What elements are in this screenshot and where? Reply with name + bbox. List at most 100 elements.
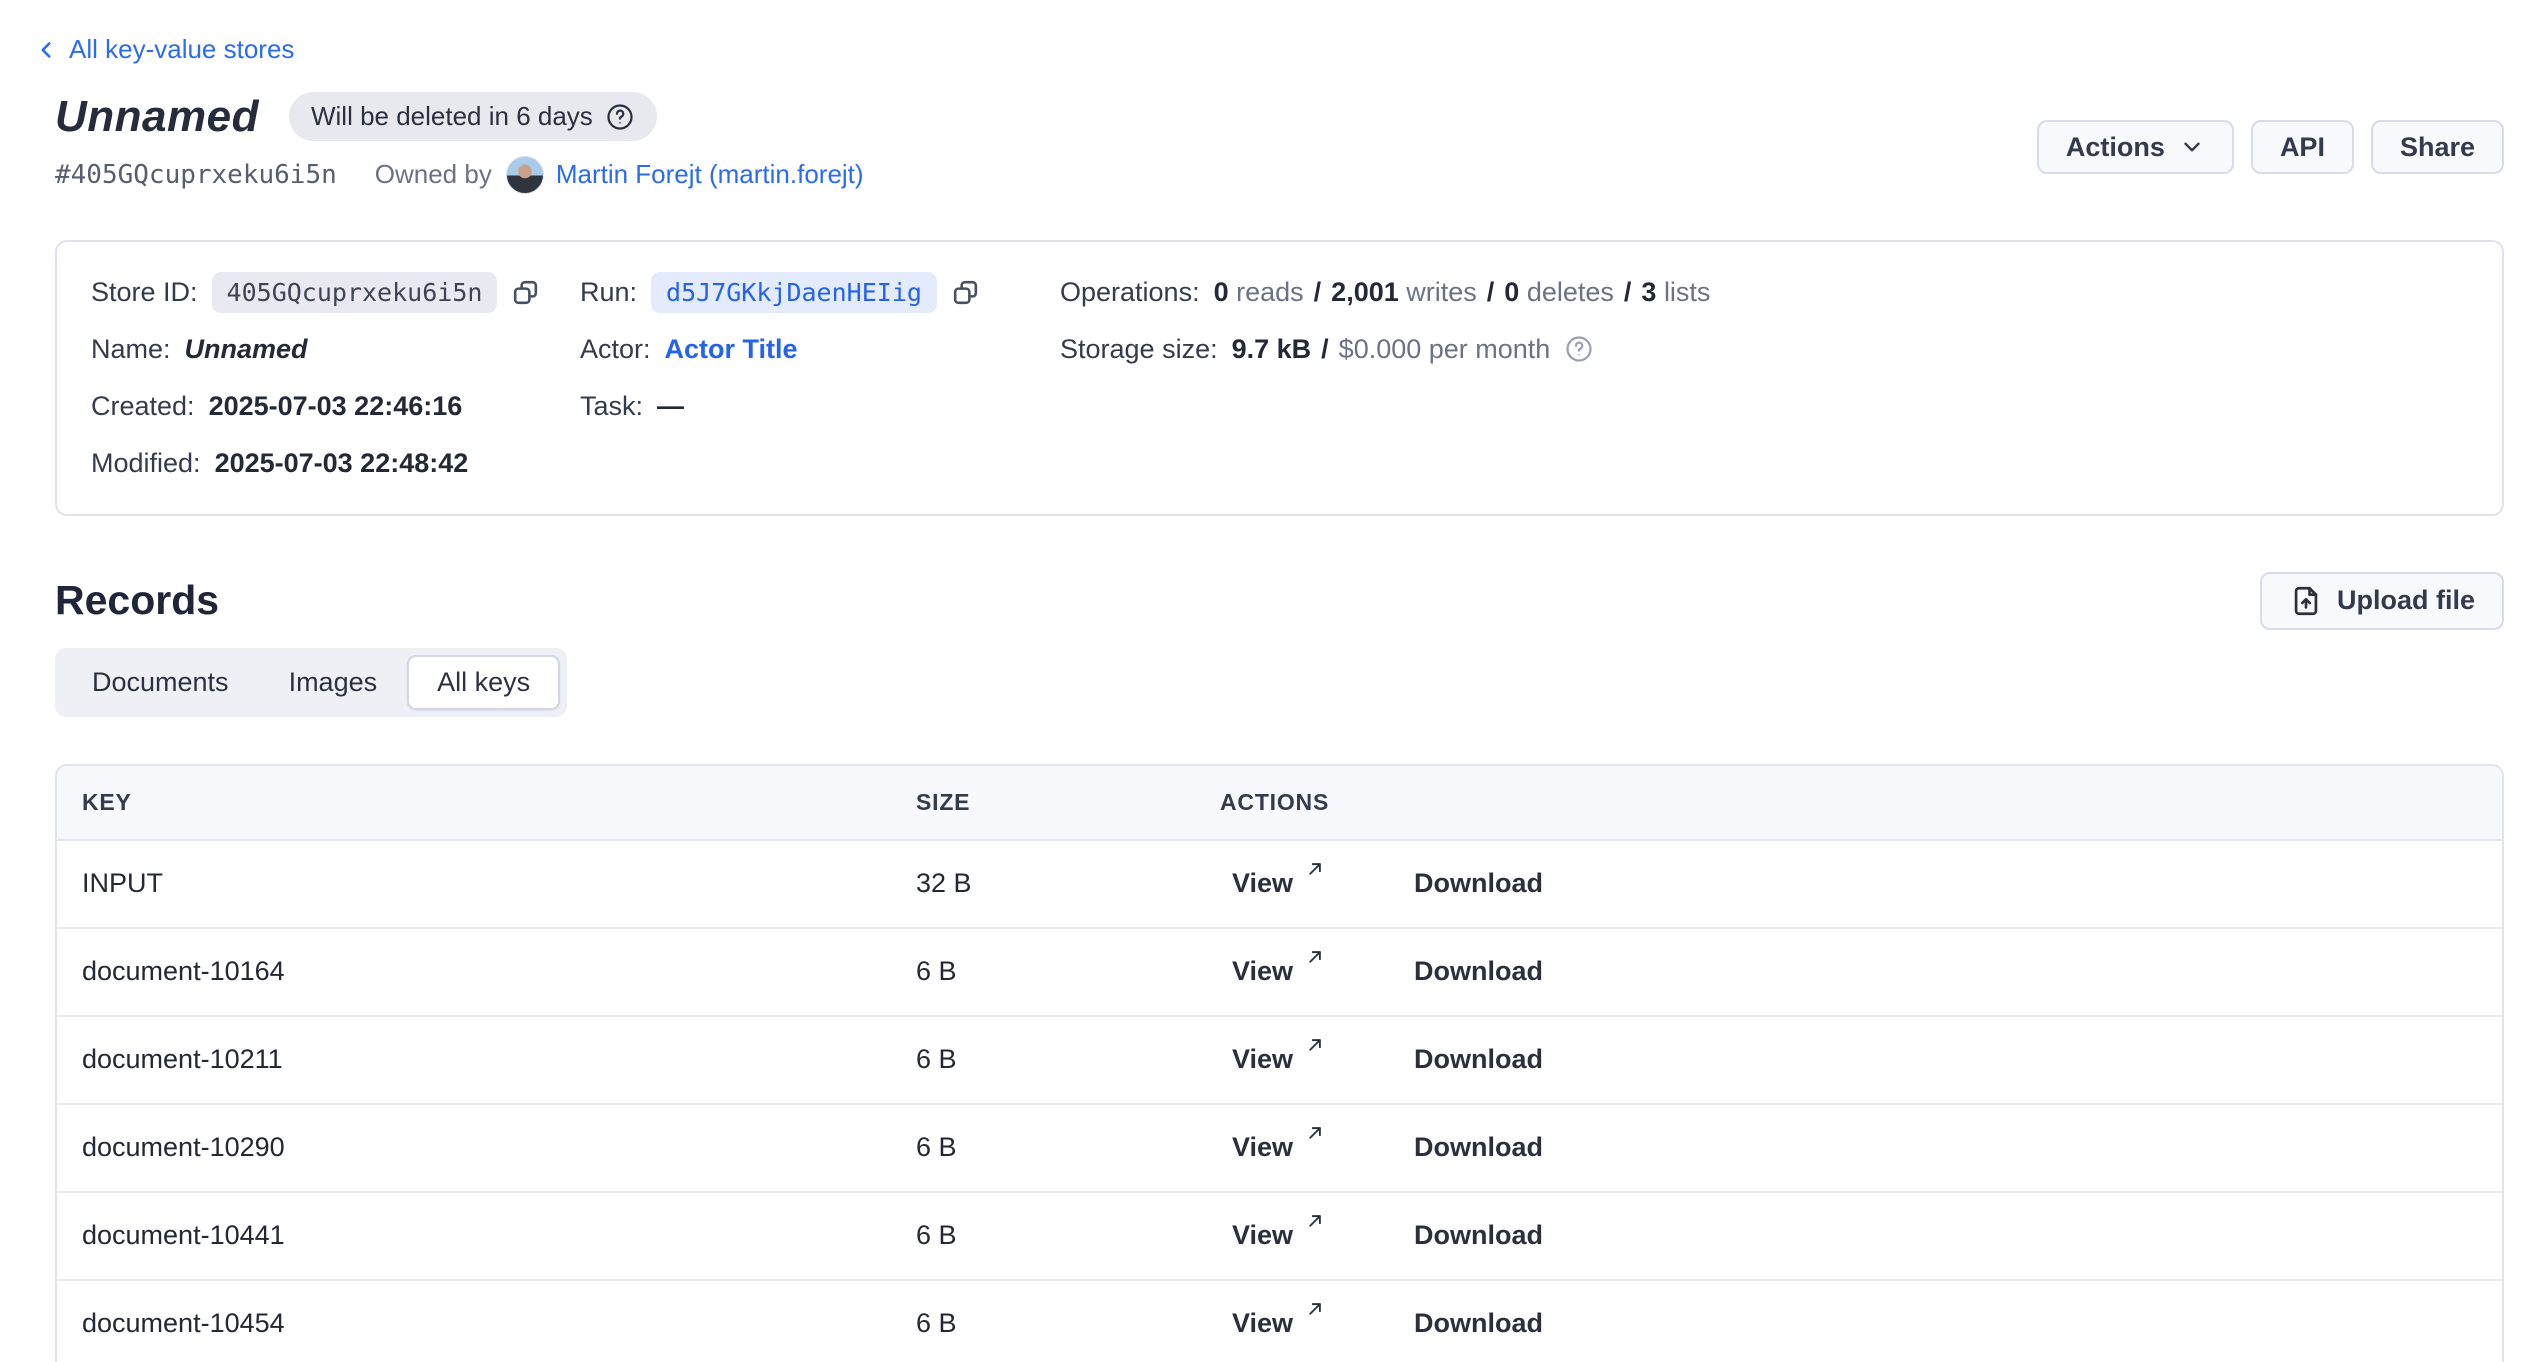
- download-link[interactable]: Download: [1414, 1220, 1543, 1251]
- operations-label: Operations:: [1060, 277, 1200, 308]
- header-buttons: Actions API Share: [2037, 120, 2504, 174]
- column-size: SIZE: [916, 789, 1220, 816]
- view-link[interactable]: View: [1232, 1220, 1326, 1251]
- modified-line: Modified: 2025-07-03 22:48:42: [91, 435, 580, 492]
- task-value: —: [657, 391, 684, 422]
- view-link[interactable]: View: [1232, 1132, 1326, 1163]
- owner-link[interactable]: Martin Forejt (martin.forejt): [556, 159, 864, 190]
- operation-unit: reads: [1236, 277, 1304, 307]
- operation-unit: lists: [1664, 277, 1711, 307]
- records-table: KEY SIZE ACTIONS INPUT 32 B View Downloa…: [55, 764, 2504, 1362]
- upload-file-button[interactable]: Upload file: [2260, 572, 2504, 630]
- view-link[interactable]: View: [1232, 868, 1326, 899]
- operations-line: Operations: 0 reads/2,001 writes/0 delet…: [1060, 264, 2502, 321]
- download-link[interactable]: Download: [1414, 868, 1543, 899]
- run-label: Run:: [580, 277, 637, 308]
- task-line: Task: —: [580, 378, 1060, 435]
- modified-label: Modified:: [91, 448, 201, 479]
- download-link[interactable]: Download: [1414, 1132, 1543, 1163]
- store-hash: #405GQcuprxeku6i5n: [55, 160, 337, 190]
- record-size: 6 B: [916, 1308, 1220, 1339]
- record-key: document-10290: [82, 1132, 916, 1163]
- breadcrumb-label: All key-value stores: [69, 34, 294, 65]
- download-link[interactable]: Download: [1414, 956, 1543, 987]
- created-value: 2025-07-03 22:46:16: [209, 391, 463, 422]
- tab-documents[interactable]: Documents: [62, 655, 259, 710]
- actor-line: Actor: Actor Title: [580, 321, 1060, 378]
- table-row: document-10441 6 B View Download: [57, 1193, 2502, 1281]
- actor-link[interactable]: Actor Title: [665, 334, 798, 365]
- download-link[interactable]: Download: [1414, 1044, 1543, 1075]
- store-id-chip[interactable]: 405GQcuprxeku6i5n: [212, 272, 498, 313]
- storage-size-label: Storage size:: [1060, 334, 1218, 365]
- actions-button[interactable]: Actions: [2037, 120, 2234, 174]
- page-title: Unnamed: [55, 92, 259, 142]
- operation-unit: deletes: [1527, 277, 1614, 307]
- record-key: document-10454: [82, 1308, 916, 1339]
- record-key: document-10211: [82, 1044, 916, 1075]
- store-id-line: Store ID: 405GQcuprxeku6i5n: [91, 264, 580, 321]
- table-body: INPUT 32 B View Download document-10164 …: [57, 841, 2502, 1362]
- operation-count: 0: [1504, 277, 1527, 307]
- copy-icon: [510, 277, 541, 308]
- record-size: 6 B: [916, 1132, 1220, 1163]
- created-line: Created: 2025-07-03 22:46:16: [91, 378, 580, 435]
- table-row: document-10290 6 B View Download: [57, 1105, 2502, 1193]
- task-label: Task:: [580, 391, 643, 422]
- operation-count: 2,001: [1331, 277, 1406, 307]
- tab-all-keys[interactable]: All keys: [407, 655, 560, 710]
- key-value-store-page: All key-value stores Unnamed Will be del…: [0, 0, 2540, 1362]
- operation-count: 3: [1641, 277, 1664, 307]
- view-link[interactable]: View: [1232, 1044, 1326, 1075]
- store-id-label: Store ID:: [91, 277, 198, 308]
- external-link-icon: [1305, 946, 1326, 967]
- view-link[interactable]: View: [1232, 956, 1326, 987]
- record-size: 6 B: [916, 956, 1220, 987]
- run-line: Run: d5J7GKkjDaenHEIig: [580, 264, 1060, 321]
- deletion-badge: Will be deleted in 6 days: [289, 92, 657, 141]
- modified-value: 2025-07-03 22:48:42: [215, 448, 469, 479]
- storage-line: Storage size: 9.7 kB / $0.000 per month: [1060, 321, 2502, 378]
- table-row: INPUT 32 B View Download: [57, 841, 2502, 929]
- record-key: document-10441: [82, 1220, 916, 1251]
- table-row: document-10211 6 B View Download: [57, 1017, 2502, 1105]
- download-link[interactable]: Download: [1414, 1308, 1543, 1339]
- record-size: 6 B: [916, 1044, 1220, 1075]
- table-row: document-10454 6 B View Download: [57, 1281, 2502, 1362]
- external-link-icon: [1305, 1122, 1326, 1143]
- external-link-icon: [1305, 1210, 1326, 1231]
- owner-avatar: [506, 156, 544, 194]
- run-id-chip[interactable]: d5J7GKkjDaenHEIig: [651, 272, 937, 313]
- name-label: Name:: [91, 334, 171, 365]
- tab-images[interactable]: Images: [259, 655, 408, 710]
- record-key: INPUT: [82, 868, 916, 899]
- help-icon[interactable]: [1564, 334, 1594, 364]
- records-tabs: DocumentsImagesAll keys: [55, 648, 567, 717]
- chevron-down-icon: [2179, 134, 2205, 160]
- store-info-card: Store ID: 405GQcuprxeku6i5n Name: Unname…: [55, 240, 2504, 516]
- copy-store-id-button[interactable]: [510, 277, 541, 308]
- deletion-badge-label: Will be deleted in 6 days: [311, 101, 593, 132]
- actions-button-label: Actions: [2066, 132, 2165, 163]
- created-label: Created:: [91, 391, 195, 422]
- records-title: Records: [55, 577, 219, 624]
- name-value: Unnamed: [185, 334, 308, 365]
- storage-size-value: 9.7 kB: [1232, 334, 1312, 365]
- table-row: document-10164 6 B View Download: [57, 929, 2502, 1017]
- name-line: Name: Unnamed: [91, 321, 580, 378]
- help-icon[interactable]: [605, 102, 635, 132]
- records-section: Records Upload file DocumentsImagesAll k…: [55, 572, 2504, 1362]
- copy-run-id-button[interactable]: [950, 277, 981, 308]
- external-link-icon: [1305, 1034, 1326, 1055]
- api-button[interactable]: API: [2251, 120, 2354, 174]
- column-actions: ACTIONS: [1220, 789, 2502, 816]
- breadcrumb-all-stores[interactable]: All key-value stores: [33, 34, 294, 65]
- owned-by-label: Owned by: [375, 159, 492, 190]
- upload-file-label: Upload file: [2337, 585, 2475, 616]
- table-header: KEY SIZE ACTIONS: [57, 766, 2502, 841]
- record-size: 6 B: [916, 1220, 1220, 1251]
- view-link[interactable]: View: [1232, 1308, 1326, 1339]
- external-link-icon: [1305, 858, 1326, 879]
- operation-unit: writes: [1406, 277, 1477, 307]
- share-button[interactable]: Share: [2371, 120, 2504, 174]
